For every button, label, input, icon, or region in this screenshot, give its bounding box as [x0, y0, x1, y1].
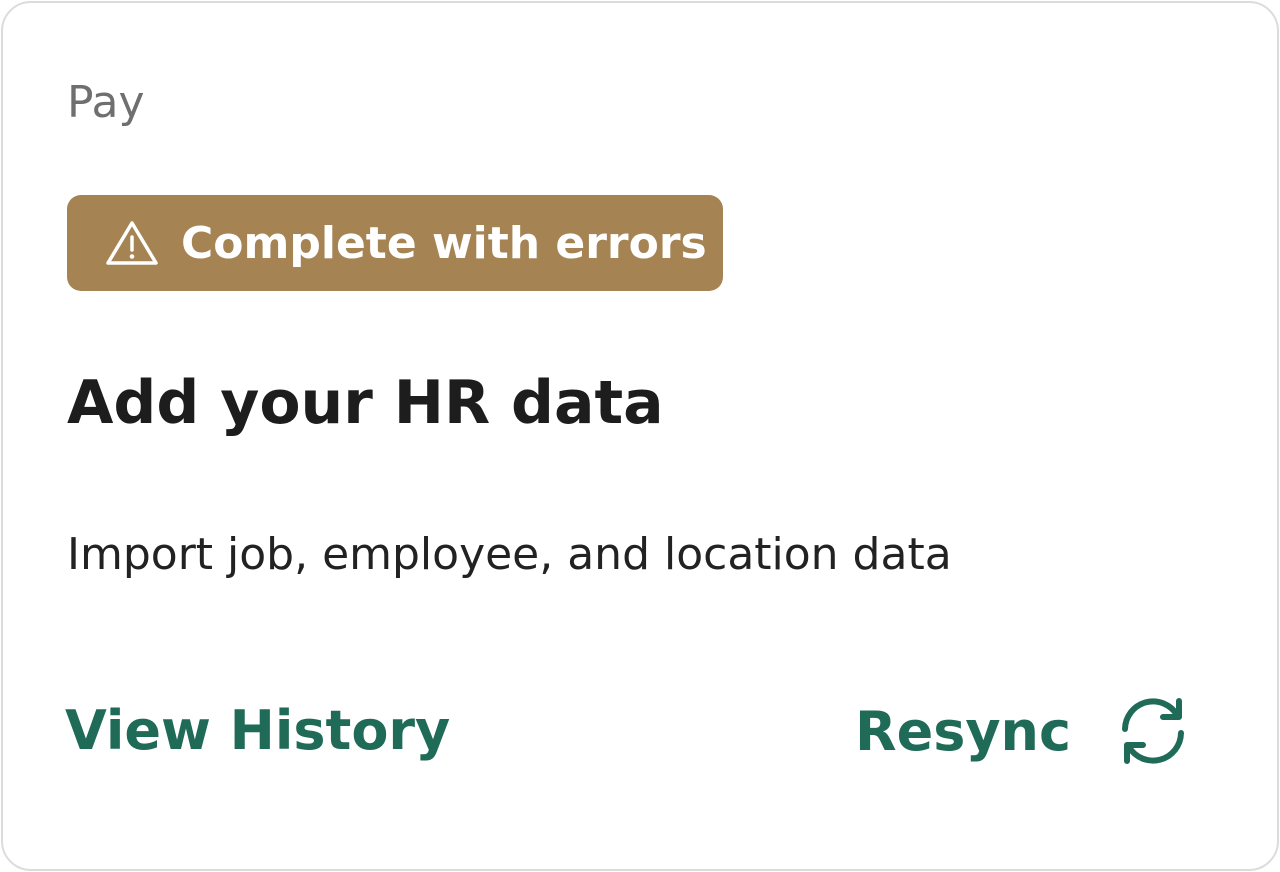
warning-triangle-icon	[105, 219, 159, 267]
card-description: Import job, employee, and location data	[67, 529, 952, 580]
card-title: Add your HR data	[67, 368, 664, 438]
status-badge-label: Complete with errors	[181, 217, 707, 269]
refresh-icon	[1115, 693, 1191, 769]
resync-button[interactable]: Resync	[855, 693, 1191, 769]
integration-card: Pay Complete with errors Add your HR dat…	[1, 1, 1279, 871]
status-badge: Complete with errors	[67, 195, 723, 291]
view-history-link[interactable]: View History	[65, 699, 450, 763]
card-category: Pay	[67, 77, 145, 128]
resync-label: Resync	[855, 699, 1071, 763]
